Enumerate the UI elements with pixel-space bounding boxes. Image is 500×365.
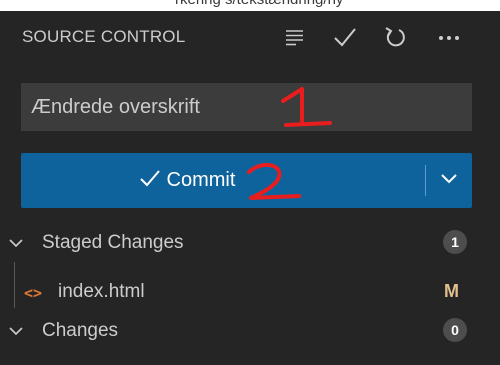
refresh-icon[interactable] [383,25,407,49]
commit-button-group: Commit 2 [21,153,472,208]
caption-text: rkering s/tekstændring/ny [175,0,343,8]
staged-changes-label: Staged Changes [42,232,184,253]
commit-message-input[interactable] [21,83,472,131]
changes-header[interactable]: Changes 0 [0,314,500,348]
panel-title: SOURCE CONTROL [22,27,186,46]
chevron-down-icon [439,168,459,193]
check-icon[interactable] [333,25,357,49]
html-file-icon: <> [24,284,43,302]
annotation-2-label: 2 [243,161,244,162]
cropped-caption: rkering s/tekstændring/ny [0,0,500,11]
view-as-list-icon[interactable] [283,25,307,49]
chevron-down-icon [8,235,24,256]
chevron-down-icon [8,323,24,344]
commit-check-icon [139,167,161,194]
commit-dropdown-button[interactable] [426,153,472,208]
annotation-2: 2 [243,161,302,200]
changes-label: Changes [42,320,119,341]
staged-file-row[interactable]: <> index.html M [0,275,500,309]
file-status-modified: M [444,281,459,301]
staged-count-badge: 1 [443,230,467,254]
staged-changes-header[interactable]: Staged Changes 1 [0,226,500,260]
file-name: index.html [58,281,145,302]
more-actions-icon[interactable] [437,25,461,49]
panel-header: SOURCE CONTROL [0,11,500,61]
changes-count-badge: 0 [443,318,467,342]
commit-button-label: Commit [166,169,236,191]
commit-button[interactable]: Commit 2 [21,153,421,208]
